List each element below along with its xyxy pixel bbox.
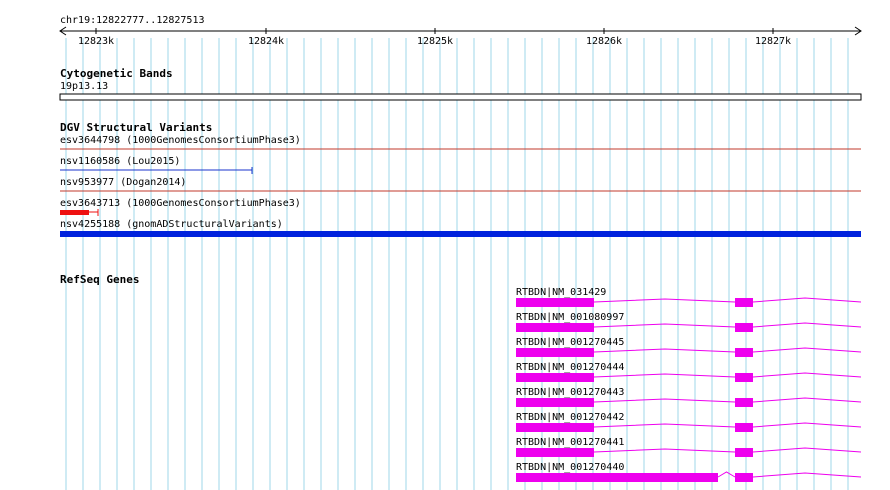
gene-exon xyxy=(735,348,753,357)
dgv-variant-label[interactable]: esv3643713 (1000GenomesConsortiumPhase3) xyxy=(60,198,301,210)
gene-exon xyxy=(516,323,594,332)
gene-exon xyxy=(516,473,718,482)
gene-intron xyxy=(593,448,736,453)
cytoband-track-title: Cytogenetic Bands xyxy=(60,67,173,80)
gene-exon xyxy=(735,423,753,432)
gene-exon xyxy=(735,323,753,332)
gene-intron xyxy=(752,297,862,303)
gene-exon xyxy=(516,423,594,432)
gene-intron xyxy=(752,397,862,403)
genome-browser-panel: 12823k 12824k 12825k 12826k 12827k chr19:128… xyxy=(0,0,890,490)
gene-intron xyxy=(717,471,736,478)
ruler-tick-label: 12827k xyxy=(755,36,791,47)
gene-exon xyxy=(516,448,594,457)
gene-intron xyxy=(593,298,736,303)
gene-intron xyxy=(752,347,862,353)
ruler-tick-label: 12823k xyxy=(78,36,114,47)
gene-exon xyxy=(735,298,753,307)
gene-exon xyxy=(516,348,594,357)
gene-exon xyxy=(735,373,753,382)
refseq-track-title: RefSeq Genes xyxy=(60,273,140,286)
gene-intron xyxy=(593,323,736,328)
gene-exon xyxy=(735,448,753,457)
dgv-variant-label[interactable]: nsv4255188 (gnomADStructuralVariants) xyxy=(60,219,283,231)
variant-feature xyxy=(60,231,861,237)
gene-intron xyxy=(593,348,736,353)
gene-label[interactable]: RTBDN|NM_001270442 xyxy=(516,412,624,424)
cytoband-label: 19p13.13 xyxy=(60,81,109,92)
gene-intron xyxy=(752,372,862,378)
gene-intron xyxy=(752,422,862,428)
gene-label[interactable]: RTBDN|NM_001270441 xyxy=(516,437,624,449)
gene-intron xyxy=(752,472,862,478)
gene-intron xyxy=(593,423,736,428)
ruler-tick-label: 12824k xyxy=(248,36,284,47)
gene-exon xyxy=(735,473,753,482)
gene-exon xyxy=(516,373,594,382)
gene-label[interactable]: RTBDN|NM_001270440 xyxy=(516,462,624,474)
gene-exon xyxy=(516,398,594,407)
region-label: chr19:12822777..12827513 xyxy=(60,15,205,26)
gene-label[interactable]: RTBDN|NM_001270445 xyxy=(516,337,624,349)
gene-label[interactable]: RTBDN|NM_001270443 xyxy=(516,387,624,399)
dgv-variant-label[interactable]: esv3644798 (1000GenomesConsortiumPhase3) xyxy=(60,135,301,147)
gene-exon xyxy=(735,398,753,407)
ruler-tick-label: 12826k xyxy=(586,36,622,47)
gene-intron xyxy=(752,447,862,453)
gene-label[interactable]: RTBDN|NM_031429 xyxy=(516,287,606,299)
gene-label[interactable]: RTBDN|NM_001270444 xyxy=(516,362,624,374)
gene-intron xyxy=(752,322,862,328)
variant-feature xyxy=(60,210,89,215)
gene-label[interactable]: RTBDN|NM_001080997 xyxy=(516,312,624,324)
dgv-variant-label[interactable]: nsv953977 (Dogan2014) xyxy=(60,177,186,189)
gene-intron xyxy=(593,398,736,403)
ruler-tick-label: 12825k xyxy=(417,36,453,47)
gene-exon xyxy=(516,298,594,307)
cytoband-bar xyxy=(59,93,862,101)
gene-intron xyxy=(593,373,736,378)
dgv-variant-label[interactable]: nsv1160586 (Lou2015) xyxy=(60,156,180,168)
dgv-track-title: DGV Structural Variants xyxy=(60,121,213,134)
